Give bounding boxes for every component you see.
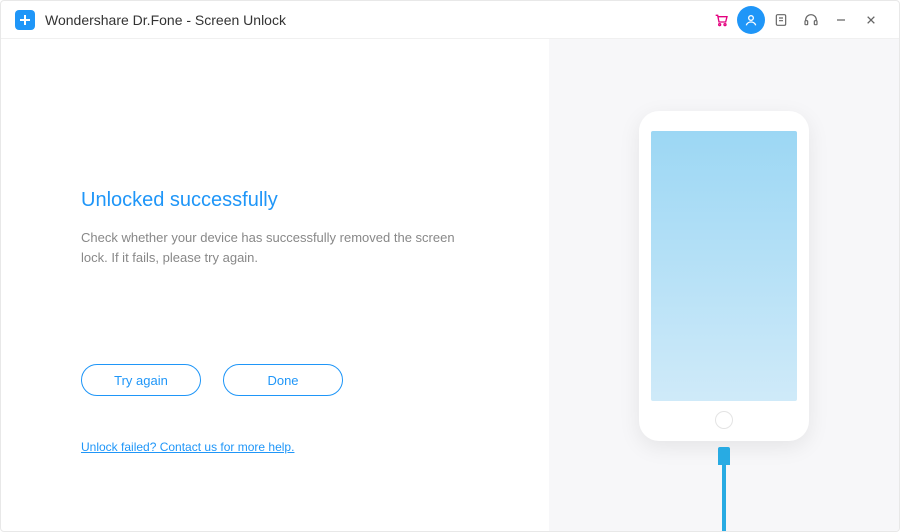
right-panel [549, 39, 899, 531]
try-again-button[interactable]: Try again [81, 364, 201, 396]
help-link[interactable]: Unlock failed? Contact us for more help. [81, 440, 294, 454]
done-button[interactable]: Done [223, 364, 343, 396]
phone-home-button [715, 411, 733, 429]
app-window: Wondershare Dr.Fone - Screen Unlock Unlo… [0, 0, 900, 532]
cable-icon [722, 465, 726, 531]
user-icon[interactable] [737, 6, 765, 34]
headset-icon[interactable] [797, 6, 825, 34]
status-heading: Unlocked successfully [81, 189, 509, 212]
app-title: Wondershare Dr.Fone - Screen Unlock [45, 12, 286, 28]
phone-illustration [639, 111, 809, 441]
cart-icon[interactable] [707, 6, 735, 34]
content-area: Unlocked successfully Check whether your… [1, 39, 899, 531]
minimize-icon[interactable] [827, 6, 855, 34]
phone-screen [651, 131, 797, 401]
cable-plug-icon [718, 447, 730, 465]
titlebar: Wondershare Dr.Fone - Screen Unlock [1, 1, 899, 39]
feedback-icon[interactable] [767, 6, 795, 34]
left-panel: Unlocked successfully Check whether your… [1, 39, 549, 531]
app-logo-icon [15, 10, 35, 30]
button-row: Try again Done [81, 364, 509, 396]
close-icon[interactable] [857, 6, 885, 34]
status-description: Check whether your device has successful… [81, 228, 481, 268]
